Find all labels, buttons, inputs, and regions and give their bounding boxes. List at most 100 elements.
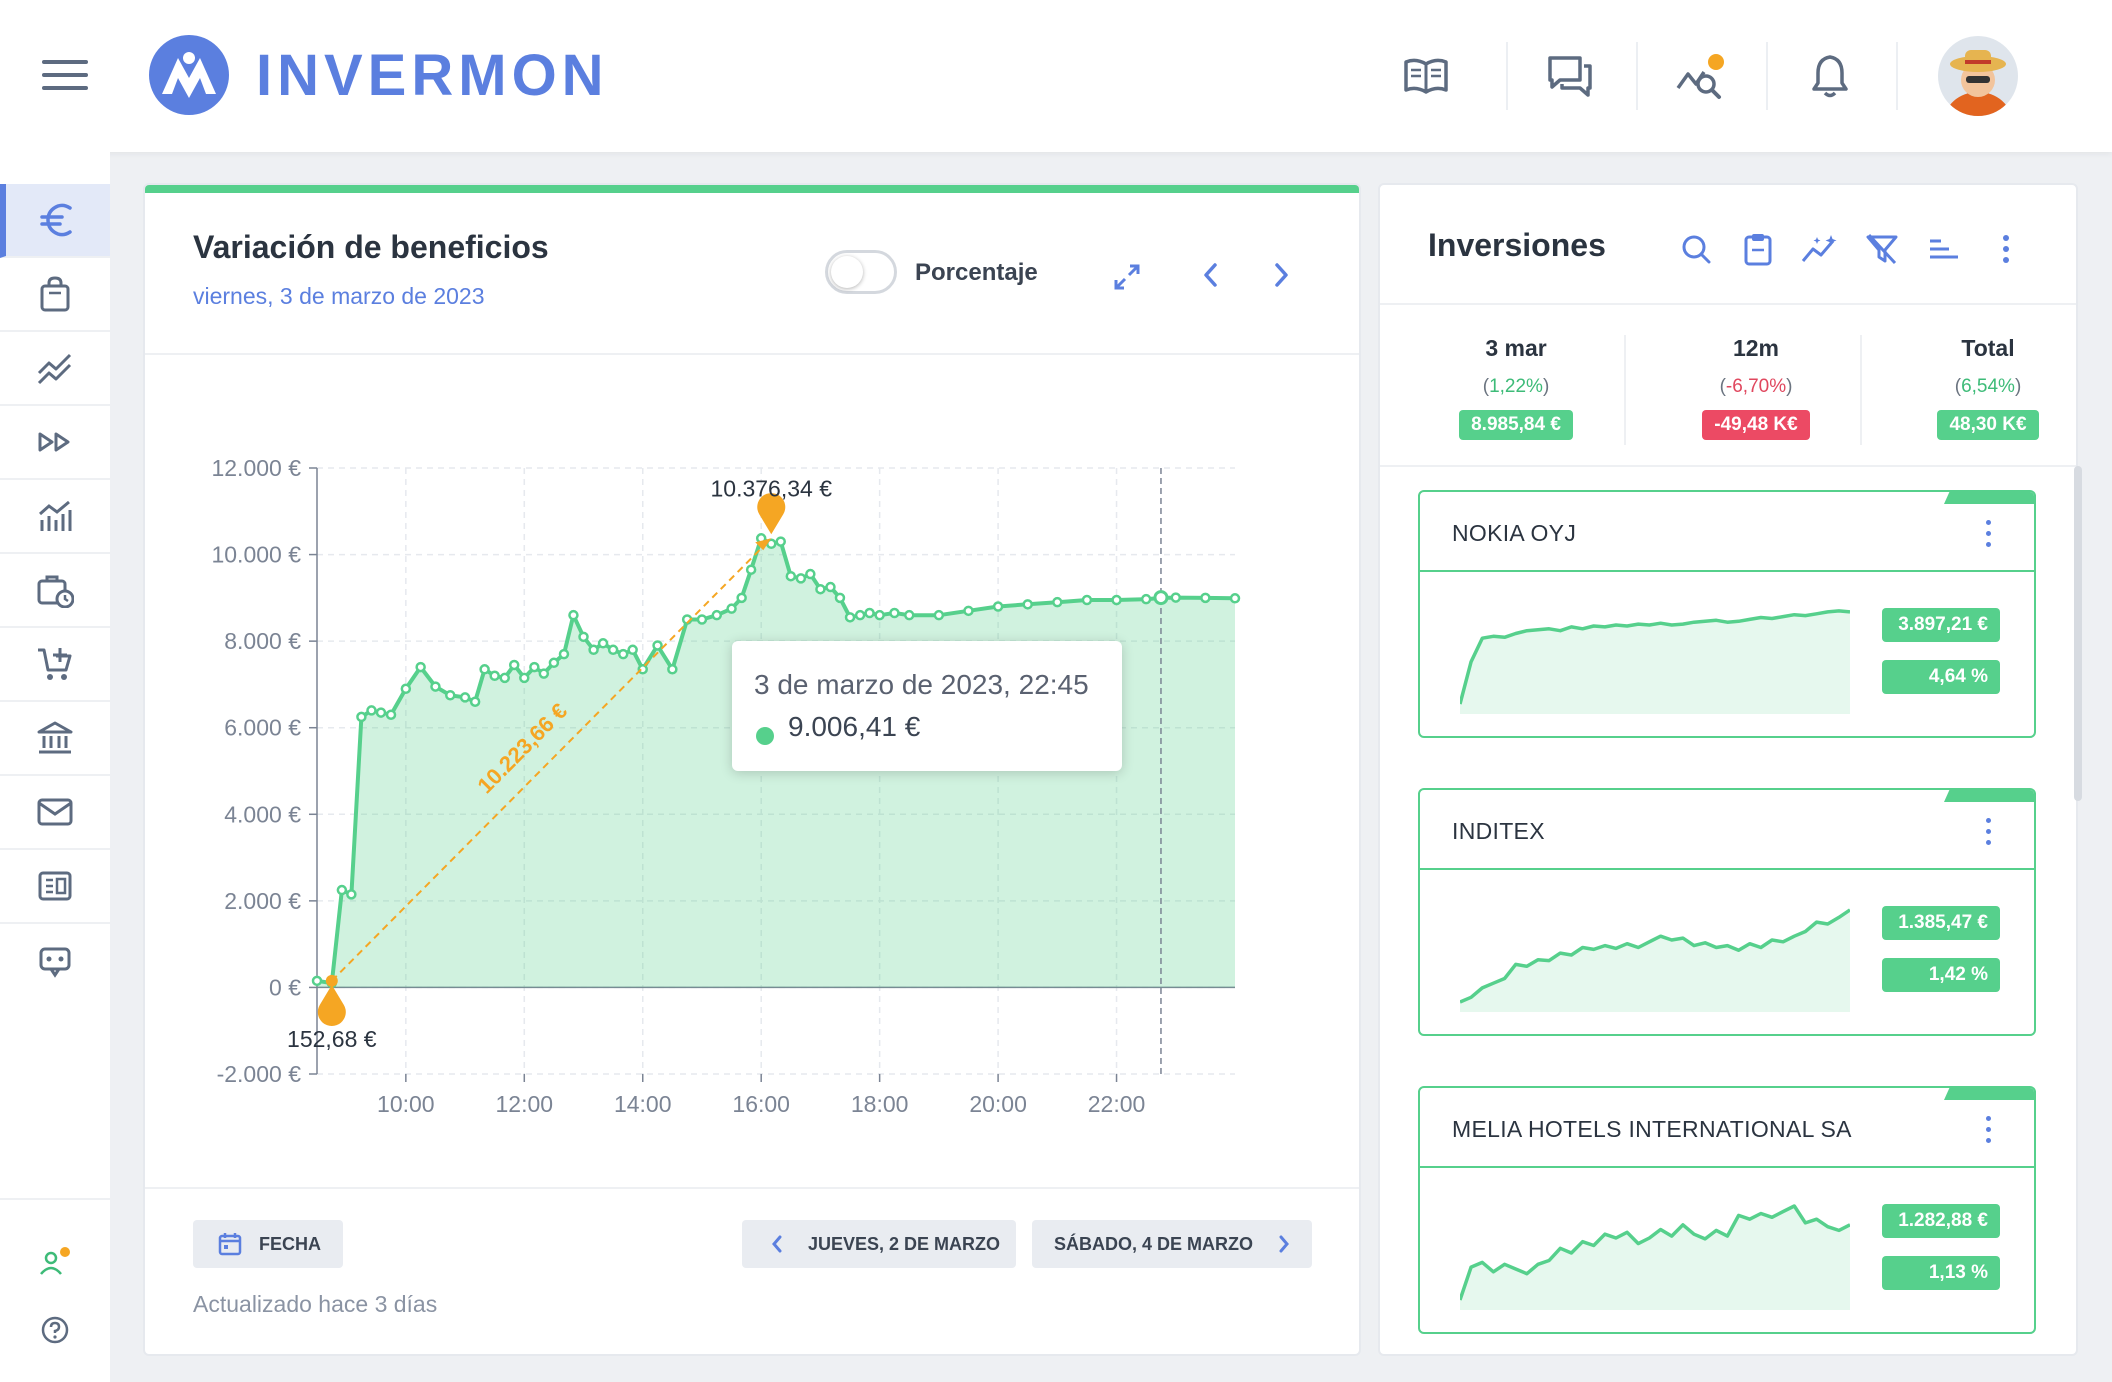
- data-point: [1081, 594, 1093, 606]
- summary-12m-pct: (-6,70%): [1719, 376, 1793, 397]
- logo-mark-icon: [149, 35, 229, 115]
- stock-card[interactable]: NOKIA OYJ 3.897,21 € 4,64 %: [1418, 490, 2036, 738]
- data-point: [430, 681, 441, 692]
- stock-amount-badge: 3.897,21 €: [1882, 608, 2000, 642]
- data-point: [415, 661, 426, 673]
- y-tick-label: 6.000 €: [224, 715, 301, 741]
- bell-icon[interactable]: [1800, 46, 1860, 106]
- sidebar-item-bot[interactable]: [0, 924, 110, 998]
- menu-icon[interactable]: [42, 58, 88, 92]
- news-icon: [38, 871, 72, 901]
- x-tick-label: 10:00: [377, 1091, 435, 1117]
- y-tick-label: -2.000 €: [217, 1061, 302, 1087]
- cursor-point: [1153, 590, 1169, 606]
- stock-percent-badge: 4,64 %: [1882, 660, 2000, 694]
- date-picker-button[interactable]: FECHA: [193, 1220, 343, 1268]
- data-point: [568, 609, 579, 621]
- data-point: [385, 709, 397, 720]
- help-icon: [41, 1316, 69, 1344]
- tooltip-title: 3 de marzo de 2023, 22:45: [754, 669, 1089, 700]
- sidebar-item-history[interactable]: [0, 554, 110, 628]
- data-point: [874, 609, 885, 621]
- sidebar-item-news[interactable]: [0, 850, 110, 924]
- more-icon[interactable]: [1978, 814, 1998, 850]
- sidebar-item-forward[interactable]: [0, 406, 110, 480]
- previous-day-label: JUEVES, 2 DE MARZO: [808, 1233, 1001, 1254]
- sidebar-item-profits[interactable]: [0, 184, 110, 258]
- data-point: [607, 644, 619, 656]
- data-point: [785, 570, 797, 582]
- stock-card[interactable]: INDITEX 1.385,47 € 1,42 %: [1418, 788, 2036, 1036]
- data-point: [627, 644, 638, 656]
- data-point: [617, 648, 629, 660]
- bar-chart-icon: [39, 500, 72, 531]
- summary-day-label: 3 mar: [1485, 335, 1547, 361]
- data-point: [696, 614, 708, 625]
- stock-sparkline: [1460, 1204, 1850, 1310]
- data-point: [844, 612, 856, 623]
- data-point: [336, 884, 348, 896]
- data-point: [854, 609, 866, 621]
- sidebar-item-stats[interactable]: [0, 480, 110, 554]
- data-point: [834, 592, 846, 604]
- summary-total: Total (6,54%) 48,30 K€: [1888, 335, 2076, 440]
- chart-tooltip: 3 de marzo de 2023, 22:45 9.006,41 €: [732, 641, 1122, 771]
- stock-name: NOKIA OYJ: [1452, 520, 1577, 546]
- more-icon[interactable]: [1978, 1112, 1998, 1148]
- data-point: [375, 707, 387, 718]
- data-point: [489, 670, 500, 682]
- data-point: [558, 648, 570, 660]
- filter-off-icon[interactable]: [1860, 227, 1904, 271]
- data-point: [1200, 592, 1211, 604]
- stock-card[interactable]: MELIA HOTELS INTERNATIONAL SA 1.282,88 €…: [1418, 1086, 2036, 1334]
- sidebar-item-buy[interactable]: [0, 628, 110, 702]
- chat-icon[interactable]: [1540, 46, 1600, 106]
- data-point: [904, 609, 915, 621]
- avatar[interactable]: [1938, 36, 2018, 116]
- panel-scrollbar[interactable]: [2074, 466, 2082, 801]
- user-status-icon: [40, 1247, 70, 1275]
- next-day-label: SÁBADO, 4 DE MARZO: [1054, 1233, 1254, 1254]
- trend-icon: [37, 353, 72, 385]
- sidebar-item-orders[interactable]: [0, 258, 110, 332]
- date-button-label: FECHA: [259, 1233, 321, 1254]
- brand-logo[interactable]: INVERMON: [148, 34, 609, 116]
- analytics-icon[interactable]: [1670, 46, 1730, 106]
- data-point: [538, 668, 550, 679]
- data-point: [588, 644, 599, 656]
- sort-icon[interactable]: [1922, 227, 1966, 271]
- sparkline-area: [1460, 610, 1850, 714]
- data-point: [469, 696, 481, 707]
- sidebar-item-bank[interactable]: [0, 702, 110, 776]
- previous-day-button[interactable]: JUEVES, 2 DE MARZO: [742, 1220, 1016, 1268]
- data-point: [479, 664, 490, 675]
- data-point: [726, 603, 737, 614]
- robot-icon: [39, 947, 71, 978]
- data-point: [745, 564, 757, 575]
- tooltip-value: 9.006,41 €: [788, 711, 921, 742]
- sparkle-chart-icon[interactable]: [1798, 227, 1842, 271]
- sidebar-item-user-status[interactable]: [0, 1232, 110, 1292]
- data-point: [311, 975, 323, 987]
- book-icon[interactable]: [1396, 46, 1456, 106]
- summary-total-value: 48,30 K€: [1937, 410, 2039, 440]
- more-icon[interactable]: [1984, 227, 2028, 271]
- data-point: [356, 711, 367, 723]
- data-point: [933, 609, 945, 621]
- data-point: [366, 705, 377, 716]
- data-point: [445, 690, 456, 701]
- search-icon[interactable]: [1674, 227, 1718, 271]
- sidebar: [0, 152, 110, 1382]
- x-tick-label: 16:00: [732, 1091, 790, 1117]
- y-tick-label: 0 €: [269, 974, 301, 1000]
- sidebar-item-messages[interactable]: [0, 776, 110, 850]
- more-icon[interactable]: [1978, 516, 1998, 552]
- fast-forward-icon: [38, 432, 70, 452]
- next-day-button[interactable]: SÁBADO, 4 DE MARZO: [1032, 1220, 1312, 1268]
- sidebar-item-trends[interactable]: [0, 332, 110, 406]
- summary-day-pct: (1,22%): [1482, 376, 1550, 397]
- data-point: [889, 607, 900, 619]
- sidebar-item-help[interactable]: [0, 1300, 110, 1360]
- stock-amount-badge: 1.282,88 €: [1882, 1204, 2000, 1238]
- clipboard-icon[interactable]: [1736, 227, 1780, 271]
